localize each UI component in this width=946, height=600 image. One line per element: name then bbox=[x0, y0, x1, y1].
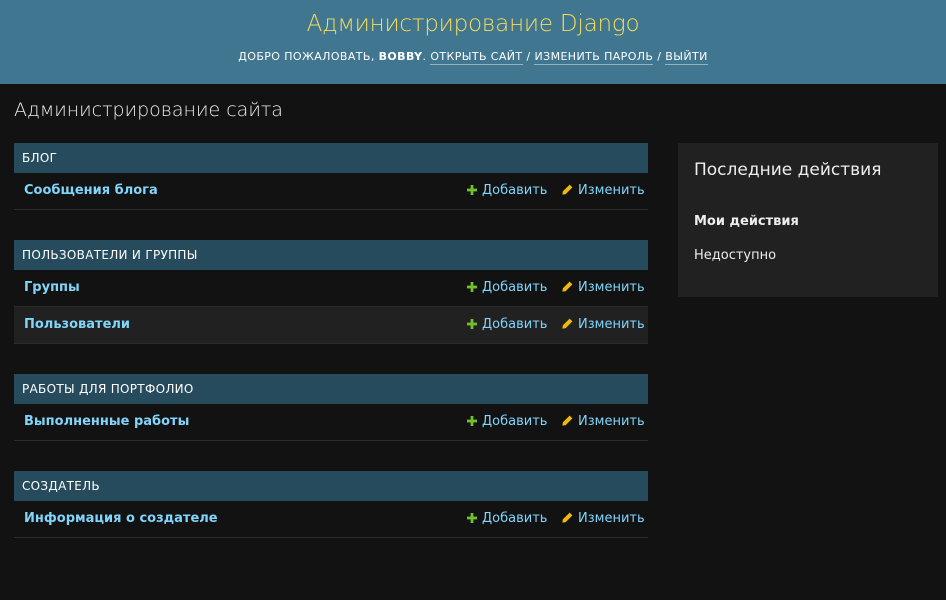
change-label: Изменить bbox=[578, 414, 645, 429]
pencil-icon bbox=[562, 415, 573, 426]
my-actions-heading: Мои действия bbox=[694, 214, 799, 229]
add-link[interactable]: Добавить bbox=[467, 511, 547, 526]
add-link[interactable]: Добавить bbox=[467, 280, 547, 295]
separator: / bbox=[657, 50, 662, 63]
change-link[interactable]: Изменить bbox=[562, 317, 645, 332]
change-label: Изменить bbox=[578, 511, 645, 526]
view-site-link[interactable]: ОТКРЫТЬ САЙТ bbox=[430, 50, 523, 65]
pencil-icon bbox=[562, 512, 573, 523]
table-row: Информация о создателе Добавить Изменить bbox=[14, 501, 648, 538]
site-branding[interactable]: Администрирование Django bbox=[0, 11, 946, 37]
header: Администрирование Django ДОБРО ПОЖАЛОВАТ… bbox=[0, 0, 946, 84]
module-caption[interactable]: РАБОТЫ ДЛЯ ПОРТФОЛИО bbox=[14, 374, 648, 404]
change-label: Изменить bbox=[578, 280, 645, 295]
module-caption[interactable]: ПОЛЬЗОВАТЕЛИ И ГРУППЫ bbox=[14, 240, 648, 270]
table-row: Группы Добавить Изменить bbox=[14, 270, 648, 307]
logout-link[interactable]: ВЫЙТИ bbox=[665, 50, 708, 65]
add-link[interactable]: Добавить bbox=[467, 414, 547, 429]
separator: / bbox=[526, 50, 531, 63]
plus-icon bbox=[467, 185, 477, 195]
module-caption[interactable]: БЛОГ bbox=[14, 143, 648, 173]
change-label: Изменить bbox=[578, 183, 645, 198]
module-users-groups: ПОЛЬЗОВАТЕЛИ И ГРУППЫ Группы Добавить Из… bbox=[14, 240, 648, 344]
module-creator: СОЗДАТЕЛЬ Информация о создателе Добавит… bbox=[14, 471, 648, 538]
add-label: Добавить bbox=[482, 317, 548, 332]
pencil-icon bbox=[562, 281, 573, 292]
module-caption[interactable]: СОЗДАТЕЛЬ bbox=[14, 471, 648, 501]
recent-actions-panel: Последние действия Мои действия Недоступ… bbox=[678, 143, 938, 297]
model-link[interactable]: Выполненные работы bbox=[24, 414, 189, 429]
change-link[interactable]: Изменить bbox=[562, 280, 645, 295]
table-row: Пользователи Добавить Изменить bbox=[14, 307, 648, 344]
change-label: Изменить bbox=[578, 317, 645, 332]
module-portfolio: РАБОТЫ ДЛЯ ПОРТФОЛИО Выполненные работы … bbox=[14, 374, 648, 441]
plus-icon bbox=[467, 282, 477, 292]
model-link[interactable]: Информация о создателе bbox=[24, 511, 218, 526]
user-tools: ДОБРО ПОЖАЛОВАТЬ, BOBBY. ОТКРЫТЬ САЙТ / … bbox=[0, 50, 946, 65]
plus-icon bbox=[467, 416, 477, 426]
change-link[interactable]: Изменить bbox=[562, 511, 645, 526]
plus-icon bbox=[467, 513, 477, 523]
page-title: Администрирование сайта bbox=[14, 99, 283, 121]
table-row: Сообщения блога Добавить Изменить bbox=[14, 173, 648, 210]
recent-actions-title: Последние действия bbox=[694, 160, 882, 180]
pencil-icon bbox=[562, 318, 573, 329]
add-label: Добавить bbox=[482, 280, 548, 295]
add-label: Добавить bbox=[482, 414, 548, 429]
plus-icon bbox=[467, 319, 477, 329]
username: BOBBY bbox=[378, 50, 423, 63]
change-link[interactable]: Изменить bbox=[562, 414, 645, 429]
welcome-text: ДОБРО ПОЖАЛОВАТЬ, bbox=[238, 50, 375, 63]
add-label: Добавить bbox=[482, 183, 548, 198]
module-blog: БЛОГ Сообщения блога Добавить Изменить bbox=[14, 143, 648, 210]
model-link[interactable]: Группы bbox=[24, 280, 80, 295]
change-password-link[interactable]: ИЗМЕНИТЬ ПАРОЛЬ bbox=[534, 50, 654, 65]
empty-state-text: Недоступно bbox=[694, 248, 777, 263]
model-link[interactable]: Сообщения блога bbox=[24, 183, 158, 198]
table-row: Выполненные работы Добавить Изменить bbox=[14, 404, 648, 441]
pencil-icon bbox=[562, 184, 573, 195]
change-link[interactable]: Изменить bbox=[562, 183, 645, 198]
add-link[interactable]: Добавить bbox=[467, 183, 547, 198]
add-label: Добавить bbox=[482, 511, 548, 526]
model-link[interactable]: Пользователи bbox=[24, 317, 130, 332]
welcome-period: . bbox=[422, 50, 427, 63]
add-link[interactable]: Добавить bbox=[467, 317, 547, 332]
